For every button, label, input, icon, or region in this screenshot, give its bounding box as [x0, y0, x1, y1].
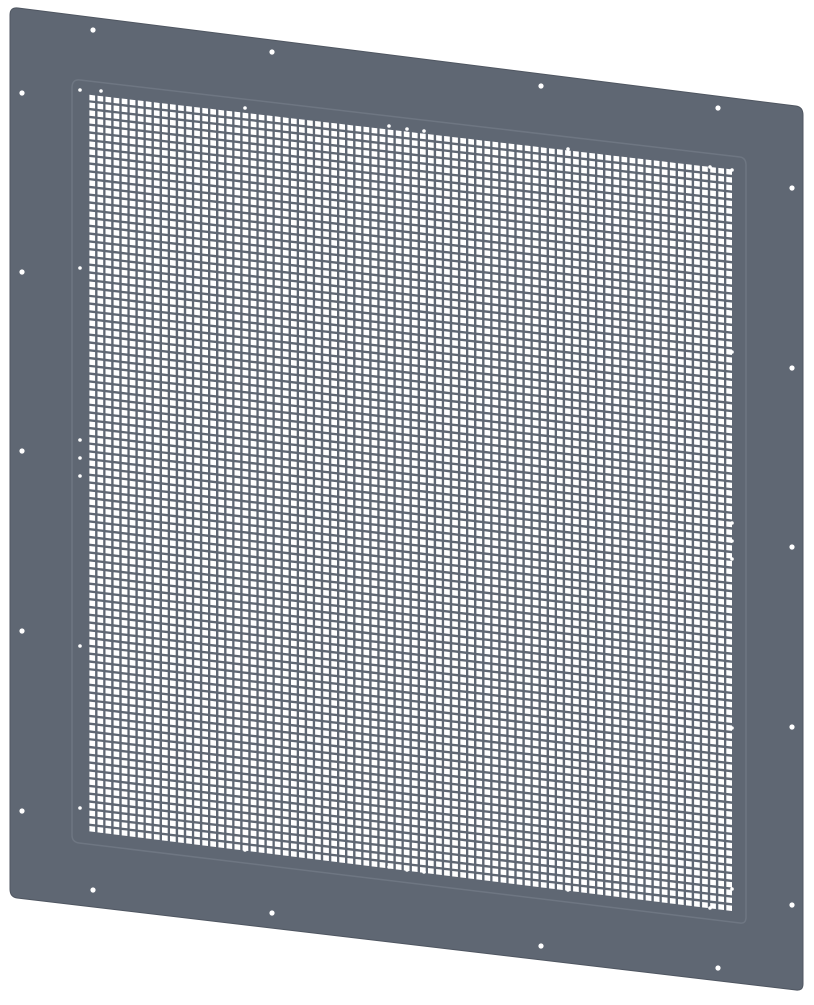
mounting-hole	[730, 887, 734, 891]
mounting-hole	[90, 27, 96, 33]
mounting-hole	[730, 557, 734, 561]
panel-svg	[9, 7, 804, 991]
mounting-hole	[19, 628, 25, 634]
mounting-hole	[789, 724, 795, 730]
mounting-hole	[566, 888, 570, 892]
mounting-hole	[789, 365, 795, 371]
mounting-hole	[715, 105, 721, 111]
mounting-hole	[730, 350, 734, 354]
mounting-hole	[730, 521, 734, 525]
mounting-hole	[78, 266, 82, 270]
mounting-hole	[78, 474, 82, 478]
mounting-hole	[715, 965, 721, 971]
mounting-hole	[90, 887, 96, 893]
mounting-hole	[19, 269, 25, 275]
mounting-hole	[78, 644, 82, 648]
mounting-hole	[99, 829, 103, 833]
mounting-hole	[19, 808, 25, 814]
mounting-hole	[387, 865, 391, 869]
mounting-hole	[405, 868, 409, 872]
mounting-hole	[538, 943, 544, 949]
mesh-area	[88, 93, 733, 912]
panel-illustration	[0, 0, 814, 1000]
mounting-hole	[78, 456, 82, 460]
mounting-hole	[387, 124, 391, 128]
mounting-hole	[243, 106, 247, 110]
mounting-hole	[538, 83, 544, 89]
mounting-hole	[422, 129, 426, 133]
mounting-hole	[789, 185, 795, 191]
mounting-hole	[243, 848, 247, 852]
mounting-hole	[78, 438, 82, 442]
mounting-hole	[422, 870, 426, 874]
mounting-hole	[99, 89, 103, 93]
mounting-hole	[730, 539, 734, 543]
mounting-hole	[78, 806, 82, 810]
mounting-hole	[405, 127, 409, 131]
mounting-hole	[19, 448, 25, 454]
mounting-hole	[566, 147, 570, 151]
mounting-hole	[269, 910, 275, 916]
mounting-hole	[789, 902, 795, 908]
mounting-hole	[708, 906, 712, 910]
mounting-hole	[730, 726, 734, 730]
mounting-hole	[269, 49, 275, 55]
mounting-hole	[730, 168, 734, 172]
mounting-hole	[789, 544, 795, 550]
mounting-hole	[78, 88, 82, 92]
mounting-hole	[19, 90, 25, 96]
mounting-hole	[708, 165, 712, 169]
